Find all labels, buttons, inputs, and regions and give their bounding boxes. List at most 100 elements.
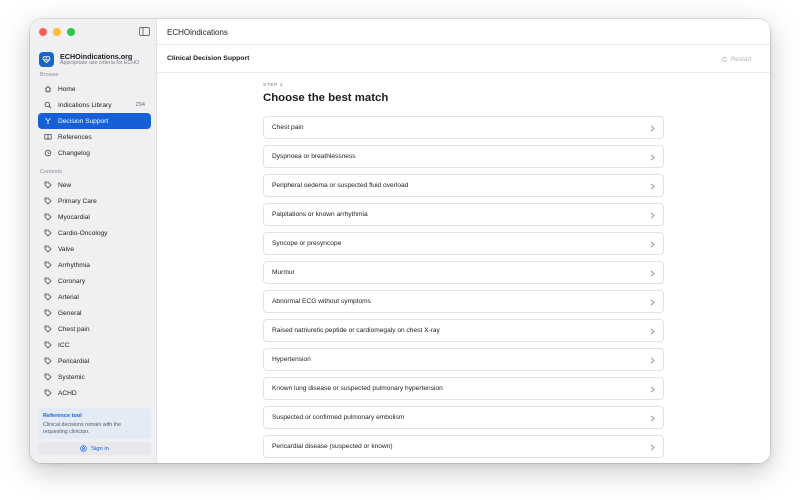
option-card[interactable]: Dyspnoea or breathlessness (263, 145, 664, 168)
option-label: Raised natriuretic peptide or cardiomega… (272, 327, 440, 334)
restart-label: Restart (730, 55, 752, 63)
sidebar-item-label: ACHD (58, 389, 77, 397)
branch-icon (45, 117, 51, 125)
option-list: Chest pain Dyspnoea or breathlessness Pe… (263, 116, 664, 463)
sidebar-item-context[interactable]: Valve (38, 241, 151, 257)
sidebar-item-context[interactable]: New (38, 177, 151, 193)
restart-button[interactable]: Restart (716, 52, 756, 66)
sidebar-item-context[interactable]: Arrhythmia (38, 257, 151, 273)
restart-icon (721, 56, 727, 62)
main-pane: ECHOindications Clinical Decision Suppor… (157, 19, 770, 463)
option-label: Palpitations or known arrhythmia (272, 211, 368, 218)
option-label: Dyspnoea or breathlessness (272, 153, 356, 160)
option-card[interactable]: Peripheral oedema or suspected fluid ove… (263, 174, 664, 197)
zoom-window-button[interactable] (67, 28, 75, 36)
tag-icon (44, 309, 52, 317)
tag-icon (44, 293, 52, 301)
book-icon (44, 134, 52, 140)
option-card[interactable]: Chest pain (263, 116, 664, 139)
sidebar-item-label: Decision Support (58, 117, 109, 125)
option-label: Pericardial disease (suspected or known) (272, 443, 393, 450)
toolbar: Clinical Decision Support Restart (157, 45, 770, 73)
tag-icon (44, 277, 52, 285)
person-icon (80, 445, 87, 452)
tag-icon (44, 197, 52, 205)
option-card[interactable]: Raised natriuretic peptide or cardiomega… (263, 319, 664, 342)
browse-nav: Home Indications Library 294 Decision Su… (38, 81, 151, 161)
step-label: STEP 1 (263, 83, 284, 88)
search-icon (44, 101, 52, 109)
sidebar-item-home[interactable]: Home (38, 81, 151, 97)
sidebar-item-changelog[interactable]: Changelog (38, 145, 151, 161)
contexts-nav: New Primary Care Myocardial Cardio-Oncol… (38, 177, 151, 401)
option-label: Suspected or confirmed pulmonary embolis… (272, 414, 405, 421)
sidebar: ECHOindications.org Appropriate use crit… (30, 19, 157, 463)
sidebar-item-indications-library[interactable]: Indications Library 294 (38, 97, 151, 113)
chevron-right-icon (650, 386, 655, 393)
sidebar-item-decision-support[interactable]: Decision Support (38, 113, 151, 129)
sidebar-item-label: Home (58, 85, 76, 93)
sidebar-item-context[interactable]: Primary Care (38, 193, 151, 209)
toolbar-title: Clinical Decision Support (167, 55, 250, 62)
option-label: Abnormal ECG without symptoms (272, 298, 371, 305)
chevron-right-icon (650, 154, 655, 161)
sidebar-item-references[interactable]: References (38, 129, 151, 145)
sidebar-item-context[interactable]: Systemic (38, 369, 151, 385)
chevron-right-icon (650, 183, 655, 190)
sidebar-toggle-icon[interactable] (139, 27, 150, 36)
sidebar-item-label: Primary Care (58, 197, 97, 205)
sidebar-item-context[interactable]: ACHD (38, 385, 151, 401)
option-card[interactable]: Pericardial disease (suspected or known) (263, 435, 664, 458)
reference-card-title: Reference tool (43, 413, 82, 419)
sidebar-item-context[interactable]: Cardio-Oncology (38, 225, 151, 241)
home-icon (44, 85, 52, 93)
chevron-right-icon (650, 212, 655, 219)
chevron-right-icon (650, 415, 655, 422)
contexts-section-label: Contexts (40, 169, 63, 175)
sidebar-item-context[interactable]: Chest pain (38, 321, 151, 337)
option-card[interactable]: Murmur (263, 261, 664, 284)
sidebar-item-label: Myocardial (58, 213, 90, 221)
tag-icon (44, 373, 52, 381)
sign-in-label: Sign in (91, 445, 109, 452)
option-card[interactable]: Hypertension (263, 348, 664, 371)
chevron-right-icon (650, 357, 655, 364)
brand-title: ECHOindications.org (60, 51, 133, 61)
tag-icon (44, 389, 52, 397)
sign-in-button[interactable]: Sign in (38, 442, 151, 455)
sidebar-item-label: References (58, 133, 92, 141)
minimize-window-button[interactable] (53, 28, 61, 36)
sidebar-item-context[interactable]: Myocardial (38, 209, 151, 225)
history-icon (44, 149, 52, 157)
option-label: Peripheral oedema or suspected fluid ove… (272, 182, 409, 189)
sidebar-item-label: Arrhythmia (58, 261, 90, 269)
chevron-right-icon (650, 444, 655, 451)
sidebar-item-context[interactable]: Arterial (38, 289, 151, 305)
sidebar-item-context[interactable]: General (38, 305, 151, 321)
heart-logo-icon (39, 52, 54, 67)
sidebar-item-context[interactable]: ICC (38, 337, 151, 353)
browse-section-label: Browse (40, 72, 59, 78)
option-label: Known lung disease or suspected pulmonar… (272, 385, 443, 392)
sidebar-item-label: Pericardial (58, 357, 90, 365)
page-title: Choose the best match (263, 92, 389, 104)
option-card[interactable]: Suspected or confirmed pulmonary embolis… (263, 406, 664, 429)
option-card[interactable]: Abnormal ECG without symptoms (263, 290, 664, 313)
sidebar-item-label: General (58, 309, 82, 317)
option-label: Hypertension (272, 356, 311, 363)
sidebar-item-context[interactable]: Coronary (38, 273, 151, 289)
sidebar-item-context[interactable]: Pericardial (38, 353, 151, 369)
option-label: Syncope or presyncope (272, 240, 342, 247)
tag-icon (44, 213, 52, 221)
sidebar-item-label: ICC (58, 341, 70, 349)
close-window-button[interactable] (39, 28, 47, 36)
sidebar-item-label: Indications Library (58, 101, 112, 109)
sidebar-item-label: Changelog (58, 149, 90, 157)
option-card[interactable]: Syncope or presyncope (263, 232, 664, 255)
option-card[interactable]: Palpitations or known arrhythmia (263, 203, 664, 226)
brand: ECHOindications.org Appropriate use crit… (39, 52, 139, 67)
tag-icon (44, 325, 52, 333)
chevron-right-icon (650, 241, 655, 248)
option-label: Murmur (272, 269, 295, 276)
option-card[interactable]: Known lung disease or suspected pulmonar… (263, 377, 664, 400)
